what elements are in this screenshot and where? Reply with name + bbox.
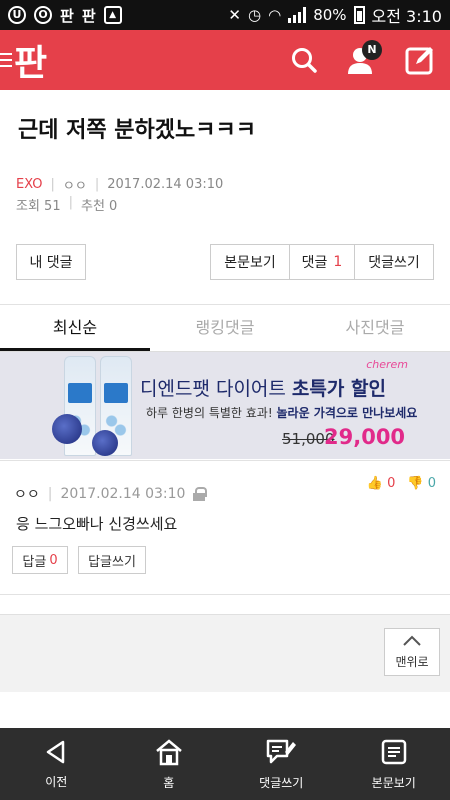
reply-button[interactable]: 답글 0	[12, 546, 68, 574]
ad-subline: 하루 한병의 특별한 효과! 놀라운 가격으로 만나보세요	[146, 404, 417, 421]
app-pann-icon-2: 판	[81, 6, 96, 25]
downvote-button[interactable]: 👎 0	[407, 476, 436, 491]
scroll-to-top-button[interactable]: 맨위로	[384, 628, 440, 676]
write-reply-button[interactable]: 답글쓰기	[78, 546, 146, 574]
signal-icon	[288, 7, 307, 23]
comment-sort-tabs: 최신순 랭킹댓글 사진댓글	[0, 306, 450, 352]
nav-view-post[interactable]: 본문보기	[338, 728, 450, 800]
my-comments-label: 내 댓글	[29, 255, 73, 271]
reply-label: 답글	[22, 554, 47, 570]
ad-headline: 디엔드팻 다이어트 초특가 할인	[140, 374, 386, 401]
comment-author: ㅇㅇ	[14, 487, 40, 503]
comment-write-icon	[267, 739, 297, 763]
ad-subline-a: 하루 한병의 특별한 효과!	[146, 406, 277, 420]
post-category[interactable]: EXO	[16, 177, 43, 192]
app-u-icon: U	[8, 6, 26, 24]
ad-headline-a: 디엔드팻 다이어트	[140, 378, 292, 400]
profile-button[interactable]: N	[344, 40, 382, 80]
search-icon[interactable]	[290, 46, 318, 74]
bottom-navigation: 이전 홈 댓글쓰기 본문보기	[0, 728, 450, 800]
view-post-button[interactable]: 본문보기	[210, 244, 290, 280]
comment-meta: ㅇㅇ | 2017.02.14 03:10	[14, 484, 208, 504]
write-post-button[interactable]	[402, 40, 438, 80]
post-views: 조회 51	[16, 199, 61, 214]
blueberry-image	[92, 430, 118, 456]
nav-back-label: 이전	[45, 774, 68, 789]
divider	[0, 304, 450, 305]
my-comments-button[interactable]: 내 댓글	[16, 244, 86, 280]
search-button[interactable]	[286, 40, 322, 80]
comments-count: 1	[333, 254, 343, 270]
mute-icon: ✕	[228, 6, 241, 24]
status-bar: U O 판 판 ▲ ✕ ◷ ◠ 80% 오전 3:10	[0, 0, 450, 30]
comment-votes: 👍 0 👎 0	[367, 476, 436, 491]
comment-date: 2017.02.14 03:10	[60, 486, 186, 502]
reply-count: 0	[49, 552, 58, 568]
write-reply-label: 답글쓰기	[88, 554, 136, 570]
comments-label: 댓글	[301, 255, 328, 271]
wifi-icon: ◠	[268, 6, 282, 24]
comment-text: 응 느그오빠나 신경쓰세요	[16, 515, 178, 533]
report-icon[interactable]	[193, 487, 208, 501]
nav-back[interactable]: 이전	[0, 728, 113, 800]
divider	[0, 460, 450, 461]
ad-new-price: 29,000	[324, 425, 406, 449]
notification-badge: N	[362, 40, 382, 60]
nav-view-post-label: 본문보기	[371, 775, 416, 790]
view-post-label: 본문보기	[224, 255, 276, 271]
alarm-icon: ◷	[248, 6, 262, 24]
ad-subline-b: 놀라운 가격으로 만나보세요	[276, 406, 418, 420]
app-header: 판 N	[0, 30, 450, 90]
separator: |	[94, 177, 100, 192]
write-icon[interactable]	[404, 44, 436, 76]
battery-icon	[353, 6, 365, 24]
post-author: ㅇㅇ	[62, 179, 87, 194]
write-comment-label: 댓글쓰기	[368, 255, 420, 271]
pann-logo[interactable]: 판	[14, 34, 47, 86]
menu-icon[interactable]	[0, 49, 12, 71]
upvote-count: 0	[387, 476, 396, 491]
comments-button[interactable]: 댓글 1	[289, 244, 355, 280]
divider	[0, 594, 450, 595]
scroll-to-top-label: 맨위로	[395, 654, 429, 669]
document-icon	[381, 739, 406, 764]
tab-ranking[interactable]: 랭킹댓글	[150, 306, 300, 351]
post-title: 근데 저쪽 분하겠노ㅋㅋㅋ	[18, 118, 256, 143]
menu-logo-button[interactable]: 판	[0, 34, 47, 86]
chevron-up-icon	[403, 635, 421, 646]
write-comment-button[interactable]: 댓글쓰기	[354, 244, 434, 280]
thumbs-up-icon: 👍	[366, 476, 383, 491]
gallery-icon: ▲	[103, 6, 122, 24]
clock: 오전 3:10	[371, 7, 442, 26]
nav-home-label: 홈	[163, 775, 175, 790]
downvote-count: 0	[427, 476, 436, 491]
nav-home[interactable]: 홈	[113, 728, 226, 800]
home-icon	[155, 738, 182, 765]
back-icon	[47, 740, 65, 763]
ad-headline-b: 초특가 할인	[291, 378, 386, 400]
post-recommend: 추천 0	[81, 199, 118, 214]
ad-brand-logo: cherem	[366, 358, 408, 371]
separator: |	[50, 177, 55, 192]
separator: |	[68, 195, 73, 210]
app-pann-icon: 판	[60, 6, 74, 25]
nav-write-comment[interactable]: 댓글쓰기	[225, 728, 338, 800]
app-o-icon: O	[34, 6, 52, 24]
ad-banner[interactable]: cherem 디엔드팻 다이어트 초특가 할인 하루 한병의 특별한 효과! 놀…	[0, 352, 450, 459]
post-meta: EXO | ㅇㅇ | 2017.02.14 03:10	[16, 175, 223, 194]
battery-percent: 80%	[313, 6, 347, 24]
page-footer-area	[0, 614, 450, 692]
post-stats: 조회 51 | 추천 0	[16, 195, 117, 214]
tab-latest[interactable]: 최신순	[0, 306, 150, 351]
tab-photo[interactable]: 사진댓글	[300, 306, 450, 351]
blueberry-image	[52, 414, 82, 444]
nav-write-comment-label: 댓글쓰기	[259, 775, 304, 790]
upvote-button[interactable]: 👍 0	[367, 476, 396, 491]
post-date: 2017.02.14 03:10	[107, 177, 224, 192]
thumbs-down-icon: 👎	[407, 476, 424, 491]
separator: |	[47, 486, 53, 502]
